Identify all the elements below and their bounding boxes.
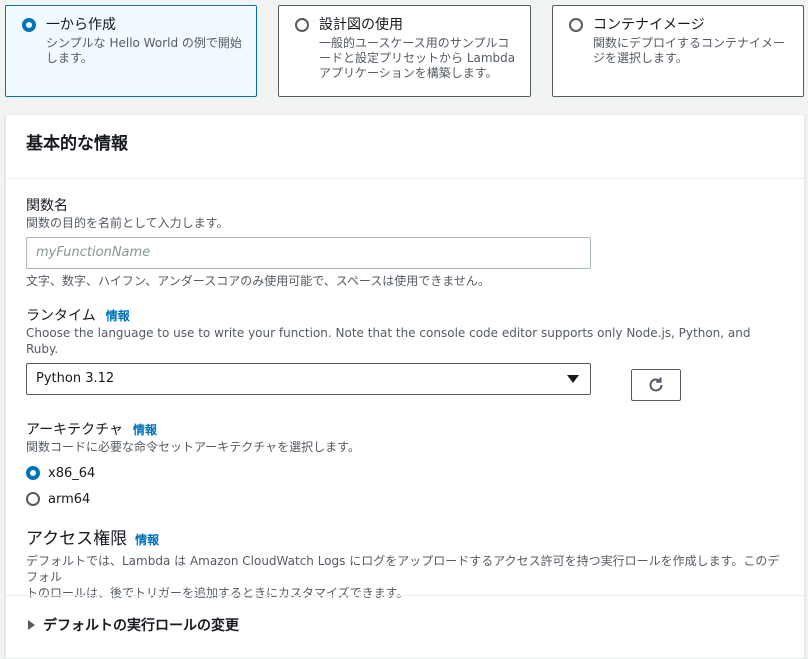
caret-right-icon (28, 620, 35, 630)
radio-author-from-scratch[interactable] (22, 18, 36, 32)
radio-x86[interactable] (26, 466, 40, 480)
creation-method-tiles: 一から作成 シンプルな Hello World の例で開始 します。 設計図の使… (0, 0, 808, 100)
basic-information-panel: 基本的な情報 関数名 関数の目的を名前として入力します。 myFunctionN… (5, 114, 805, 659)
runtime-info-link[interactable]: 情報 (106, 309, 130, 323)
option-desc: 一般的ユースケース用のサンプルコ ードと設定プリセットから Lambda アプリ… (319, 36, 520, 81)
option-desc-line: 一般的ユースケース用のサンプルコ (319, 36, 510, 50)
radio-use-blueprint[interactable] (295, 18, 309, 32)
permissions-info-link[interactable]: 情報 (135, 533, 159, 547)
option-desc-line: 関数にデプロイするコンテナイメー (593, 36, 786, 50)
permissions-desc: デフォルトでは、Lambda は Amazon CloudWatch Logs … (26, 553, 784, 601)
option-desc-line: ードと設定プリセットから Lambda (319, 51, 516, 65)
runtime-select[interactable]: Python 3.12 (26, 363, 591, 395)
option-title: コンテナイメージ (593, 17, 705, 33)
permissions-heading: アクセス権限 情報 (26, 528, 784, 551)
permissions-title: アクセス権限 (26, 529, 128, 549)
function-name-desc: 関数の目的を名前として入力します。 (26, 216, 229, 230)
refresh-runtime-button[interactable] (631, 369, 681, 401)
panel-title: 基本的な情報 (26, 134, 128, 154)
radio-arm64[interactable] (26, 492, 40, 506)
architecture-label: アーキテクチャ (26, 422, 124, 438)
runtime-label-row: ランタイム 情報 (26, 307, 784, 325)
change-default-role-expander[interactable]: デフォルトの実行ロールの変更 (28, 615, 239, 635)
architecture-label-row: アーキテクチャ 情報 (26, 421, 784, 439)
option-use-blueprint[interactable]: 設計図の使用 一般的ユースケース用のサンプルコ ードと設定プリセットから Lam… (278, 5, 531, 97)
caret-down-icon (567, 375, 579, 383)
permissions-desc-line: トのロールは、後でトリガーを追加するときにカスタマイズできます。 (26, 586, 409, 600)
architecture-info-link[interactable]: 情報 (133, 423, 157, 437)
option-desc-line: シンプルな Hello World の例で開始 (46, 36, 242, 50)
permissions-desc-line: デフォルトでは、Lambda は Amazon CloudWatch Logs … (26, 554, 780, 584)
function-name-constraint: 文字、数字、ハイフン、アンダースコアのみ使用可能で、スペースは使用できません。 (26, 274, 490, 288)
option-desc-line: します。 (46, 51, 93, 65)
option-desc-line: ジを選択します。 (593, 51, 688, 65)
architecture-option-arm64[interactable]: arm64 (26, 486, 784, 512)
runtime-row: Python 3.12 (26, 363, 784, 401)
radio-container-image[interactable] (569, 18, 583, 32)
option-desc-line: アプリケーションを構築します。 (319, 66, 498, 80)
option-title: 設計図の使用 (319, 17, 403, 33)
option-author-from-scratch[interactable]: 一から作成 シンプルな Hello World の例で開始 します。 (5, 5, 257, 97)
runtime-label: ランタイム (26, 308, 96, 324)
function-name-label: 関数名 (26, 198, 68, 214)
option-desc: 関数にデプロイするコンテナイメー ジを選択します。 (593, 36, 793, 66)
refresh-icon (649, 377, 663, 392)
runtime-value: Python 3.12 (36, 371, 115, 386)
runtime-desc: Choose the language to use to write your… (26, 326, 751, 356)
option-container-image[interactable]: コンテナイメージ 関数にデプロイするコンテナイメー ジを選択します。 (552, 5, 804, 97)
architecture-option-label: x86_64 (48, 465, 96, 481)
option-title: 一から作成 (46, 17, 116, 33)
panel-header: 基本的な情報 (6, 115, 804, 179)
architecture-desc: 関数コードに必要な命令セットアーキテクチャを選択します。 (26, 440, 360, 454)
function-name-input[interactable]: myFunctionName (26, 237, 591, 269)
architecture-option-label: arm64 (48, 491, 91, 507)
panel-body: 関数名 関数の目的を名前として入力します。 myFunctionName 文字、… (6, 179, 804, 601)
expander-label: デフォルトの実行ロールの変更 (43, 618, 239, 634)
option-desc: シンプルな Hello World の例で開始 します。 (46, 36, 246, 66)
section-divider (6, 595, 804, 596)
architecture-option-x86[interactable]: x86_64 (26, 460, 784, 486)
